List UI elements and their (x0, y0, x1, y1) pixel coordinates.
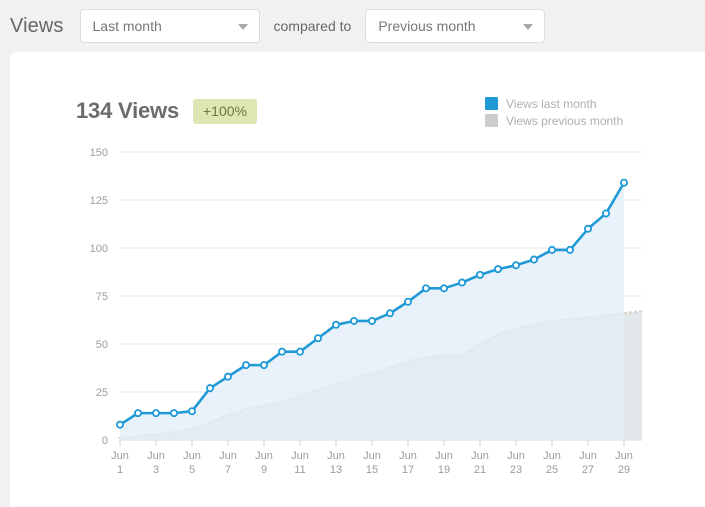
page-title: Views (10, 14, 64, 37)
chevron-down-icon (237, 24, 248, 30)
compared-to-label: compared to (273, 18, 352, 34)
legend-item-previous[interactable]: Views previous month (485, 112, 623, 129)
date-range-select-value: Last month (92, 18, 162, 34)
toolbar: Views Last month compared to Previous mo… (0, 0, 705, 52)
change-badge: +100% (193, 98, 257, 124)
legend-swatch-icon (485, 97, 498, 110)
views-total: 134 Views (76, 98, 179, 123)
views-analytics-page: Views Last month compared to Previous mo… (0, 0, 705, 507)
legend-label: Views previous month (506, 113, 624, 128)
date-range-select[interactable]: Last month (79, 9, 260, 43)
legend-swatch-icon (485, 114, 498, 127)
chart-legend: Views last month Views previous month (485, 95, 623, 129)
compare-range-select[interactable]: Previous month (365, 9, 546, 43)
summary-headline: 134 Views +100% (76, 98, 257, 124)
legend-label: Views last month (506, 96, 597, 111)
compare-range-select-value: Previous month (378, 18, 476, 34)
legend-item-current[interactable]: Views last month (485, 95, 623, 112)
chevron-down-icon (523, 24, 534, 30)
